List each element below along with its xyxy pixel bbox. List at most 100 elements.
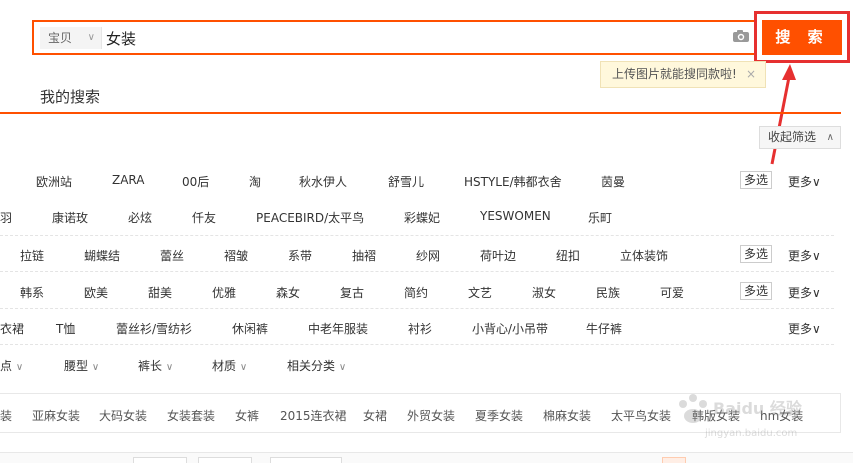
divider — [0, 112, 841, 114]
filter-item[interactable]: 复古 — [340, 284, 364, 301]
related-link[interactable]: 棉麻女装 — [543, 407, 591, 424]
multi-select-button[interactable]: 多选 — [740, 171, 772, 189]
related-link[interactable]: 大码女装 — [99, 407, 147, 424]
attr-dropdown[interactable]: 裤长 ∨ — [138, 357, 173, 374]
filter-item[interactable]: 优雅 — [212, 284, 236, 301]
close-icon[interactable]: × — [746, 62, 756, 87]
related-link[interactable]: 女裙 — [363, 407, 387, 424]
filter-item[interactable]: 必炫 — [128, 209, 152, 226]
more-button[interactable]: 更多∨ — [788, 320, 821, 337]
attr-dropdown[interactable]: 相关分类 ∨ — [287, 357, 346, 374]
filter-row-attributes: 点 ∨ 腰型 ∨ 裤长 ∨ 材质 ∨ 相关分类 ∨ — [0, 344, 834, 382]
more-button[interactable]: 更多∨ — [788, 247, 821, 264]
filter-row-category: 衣裙 T恤 蕾丝衫/雪纺衫 休闲裤 中老年服装 衬衫 小背心/小吊带 牛仔裤 更… — [0, 308, 834, 344]
filter-item[interactable]: 衬衫 — [408, 320, 432, 337]
related-link[interactable]: 装 — [0, 407, 12, 424]
filter-item[interactable]: T恤 — [56, 320, 75, 337]
filter-item[interactable]: 彩蝶妃 — [404, 209, 440, 226]
filter-item[interactable]: 茵曼 — [601, 173, 625, 190]
filter-item[interactable]: 拉链 — [20, 247, 44, 264]
filter-item[interactable]: 乐町 — [588, 209, 612, 226]
filter-item[interactable]: 立体装饰 — [620, 247, 668, 264]
filter-item[interactable]: 纽扣 — [556, 247, 580, 264]
attr-dropdown[interactable]: 腰型 ∨ — [64, 357, 99, 374]
chevron-down-icon: ∨ — [165, 362, 174, 373]
related-link[interactable]: 外贸女装 — [407, 407, 455, 424]
filter-item[interactable]: 荷叶边 — [480, 247, 516, 264]
my-search-tab[interactable]: 我的搜索 — [40, 86, 100, 107]
filter-item[interactable]: 蝴蝶结 — [84, 247, 120, 264]
filter-item[interactable]: 淘 — [249, 173, 261, 190]
camera-icon[interactable] — [732, 29, 750, 43]
related-link[interactable]: 女装套装 — [167, 407, 215, 424]
related-searches: 装 亚麻女装 大码女装 女装套装 女裤 2015连衣裙 女裙 外贸女装 夏季女装… — [0, 393, 841, 433]
collapse-filter-button[interactable]: 收起筛选 ∧ — [759, 126, 841, 149]
filter-item[interactable]: 休闲裤 — [232, 320, 268, 337]
related-link[interactable]: 2015连衣裙 — [280, 407, 347, 424]
more-label: 更多 — [788, 175, 813, 189]
related-link[interactable]: 太平鸟女装 — [611, 407, 671, 424]
attr-label: 材质 — [212, 359, 237, 373]
filter-item[interactable]: 仟友 — [192, 209, 216, 226]
filter-item[interactable]: 秋水伊人 — [299, 173, 347, 190]
category-select[interactable]: 宝贝 ∨ — [40, 27, 102, 49]
filter-item[interactable]: 羽 — [0, 209, 12, 226]
chevron-down-icon: ∨ — [239, 362, 248, 373]
filter-item[interactable]: 欧洲站 — [36, 173, 72, 190]
attr-dropdown[interactable]: 材质 ∨ — [212, 357, 247, 374]
filter-item[interactable]: 蕾丝 — [160, 247, 184, 264]
filter-item[interactable]: 衣裙 — [0, 320, 24, 337]
filter-item[interactable]: 00后 — [182, 173, 209, 190]
filter-item[interactable]: 系带 — [288, 247, 312, 264]
attr-label: 相关分类 — [287, 359, 336, 373]
filter-item[interactable]: 康诺玫 — [52, 209, 88, 226]
filter-item[interactable]: 文艺 — [468, 284, 492, 301]
filter-item[interactable]: 中老年服装 — [308, 320, 368, 337]
filter-item[interactable]: 民族 — [596, 284, 620, 301]
related-link[interactable]: 韩版女装 — [692, 407, 740, 424]
chevron-down-icon: ∨ — [338, 362, 347, 373]
filter-item[interactable]: HSTYLE/韩都衣舍 — [464, 173, 562, 190]
filter-item[interactable]: 简约 — [404, 284, 428, 301]
more-button[interactable]: 更多∨ — [788, 173, 821, 190]
filter-item[interactable]: 可爱 — [660, 284, 684, 301]
filter-item[interactable]: 抽褶 — [352, 247, 376, 264]
chevron-down-icon: ∨ — [87, 32, 95, 43]
multi-select-button[interactable]: 多选 — [740, 282, 772, 300]
category-label: 宝贝 — [48, 31, 73, 45]
attr-dropdown[interactable]: 点 ∨ — [0, 357, 23, 374]
filter-item[interactable]: 甜美 — [148, 284, 172, 301]
search-input[interactable] — [106, 26, 706, 50]
sort-toolbar — [0, 452, 853, 463]
search-bar: 宝贝 ∨ — [32, 20, 756, 55]
view-toggle[interactable] — [270, 457, 342, 463]
filter-item[interactable]: 淑女 — [532, 284, 556, 301]
filter-item[interactable]: 小背心/小吊带 — [472, 320, 548, 337]
filter-item[interactable]: 纱网 — [416, 247, 440, 264]
filter-item[interactable]: 蕾丝衫/雪纺衫 — [116, 320, 192, 337]
more-button[interactable]: 更多∨ — [788, 284, 821, 301]
filter-item[interactable]: PEACEBIRD/太平鸟 — [256, 209, 364, 226]
filter-item[interactable]: 韩系 — [20, 284, 44, 301]
multi-select-button[interactable]: 多选 — [740, 245, 772, 263]
filter-item[interactable]: ZARA — [112, 173, 145, 187]
price-max-input[interactable] — [198, 457, 252, 463]
related-link[interactable]: 女裤 — [235, 407, 259, 424]
filter-item[interactable]: 舒雪儿 — [388, 173, 424, 190]
filter-row-details: 拉链 蝴蝶结 蕾丝 褶皱 系带 抽褶 纱网 荷叶边 纽扣 立体装饰 多选 更多∨ — [0, 235, 834, 271]
more-label: 更多 — [788, 322, 813, 336]
more-label: 更多 — [788, 249, 813, 263]
chevron-down-icon: ∨ — [812, 175, 821, 189]
related-link[interactable]: 亚麻女装 — [32, 407, 80, 424]
price-min-input[interactable] — [133, 457, 187, 463]
view-mode-button[interactable] — [662, 457, 686, 463]
filter-item[interactable]: 欧美 — [84, 284, 108, 301]
filter-item[interactable]: YESWOMEN — [480, 209, 551, 223]
filter-item[interactable]: 牛仔裤 — [586, 320, 622, 337]
related-link[interactable]: hm女装 — [760, 407, 803, 424]
filter-item[interactable]: 森女 — [276, 284, 300, 301]
attr-label: 点 — [0, 359, 13, 373]
related-link[interactable]: 夏季女装 — [475, 407, 523, 424]
filter-item[interactable]: 褶皱 — [224, 247, 248, 264]
attr-label: 裤长 — [138, 359, 163, 373]
